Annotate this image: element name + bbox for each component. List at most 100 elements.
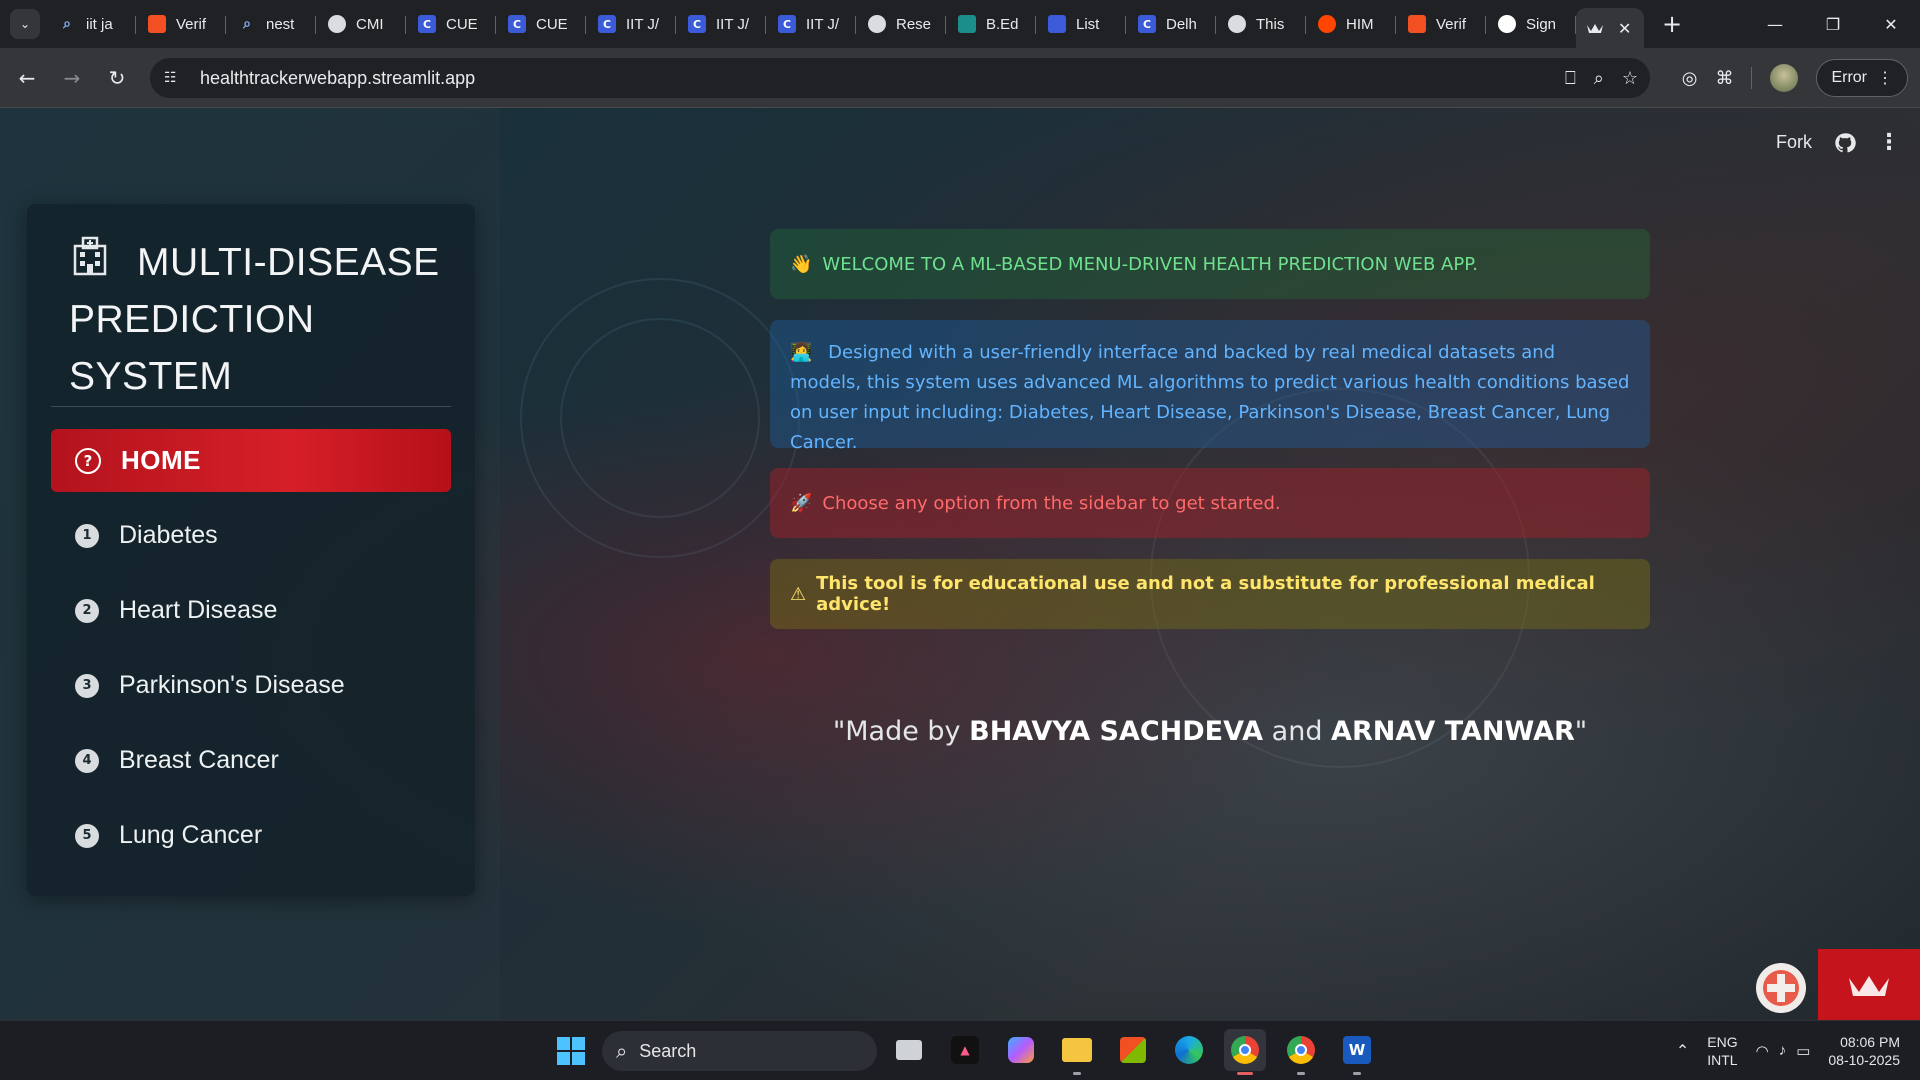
taskbar-search[interactable]: ⌕ Search bbox=[602, 1031, 877, 1071]
fork-button[interactable]: Fork bbox=[1776, 132, 1812, 153]
extensions-puzzle-icon[interactable]: ⌘ bbox=[1715, 68, 1733, 89]
browser-tab[interactable]: HIM bbox=[1306, 0, 1396, 48]
bookmark-star-icon[interactable]: ☆ bbox=[1622, 68, 1638, 89]
vedantu-icon bbox=[958, 15, 976, 33]
incognito-glasses-icon[interactable]: ◎ bbox=[1682, 68, 1698, 89]
new-tab-icon[interactable]: + bbox=[1662, 10, 1682, 38]
chrome-icon[interactable] bbox=[1224, 1029, 1266, 1075]
url-text[interactable]: healthtrackerwebapp.streamlit.app bbox=[200, 68, 475, 89]
chevron-up-icon[interactable]: ⌃ bbox=[1676, 1041, 1689, 1061]
browser-tab[interactable]: C CUE bbox=[406, 0, 496, 48]
info-alert: 👩‍💻 Designed with a user-friendly interf… bbox=[770, 320, 1650, 453]
adobe-acrobat-icon[interactable]: ▲ bbox=[944, 1029, 986, 1071]
error-button[interactable]: Error ⋮ bbox=[1816, 59, 1908, 97]
battery-icon: ▭ bbox=[1796, 1043, 1811, 1060]
sidebar-item-home[interactable]: ? HOME bbox=[51, 429, 451, 492]
browser-tab[interactable]: ⌕ iit ja bbox=[46, 0, 136, 48]
keyboard-layout: INTL bbox=[1707, 1052, 1738, 1068]
number-badge-icon: 4 bbox=[75, 748, 99, 773]
info-text: Designed with a user-friendly interface … bbox=[790, 342, 1630, 453]
c-icon: C bbox=[688, 15, 706, 33]
sidebar-item-label: Lung Cancer bbox=[119, 821, 263, 849]
browser-tab[interactable]: C CUE bbox=[496, 0, 586, 48]
taskbar-search-label: Search bbox=[639, 1040, 697, 1061]
system-tray: ⌃ ENG INTL ◠ ♪ ▭ 08:06 PM 08-10-2025 bbox=[1676, 1021, 1900, 1080]
disclaimer-text: This tool is for educational use and not… bbox=[816, 573, 1595, 615]
app-title: MULTI-DISEASE PREDICTION SYSTEM bbox=[69, 241, 440, 398]
address-bar[interactable]: ☷ healthtrackerwebapp.streamlit.app ⎕ ⌕ … bbox=[150, 58, 1650, 98]
browser-tab[interactable]: Sign bbox=[1486, 0, 1576, 48]
browser-tab[interactable]: C IIT J/ bbox=[676, 0, 766, 48]
fork-label: Fork bbox=[1776, 132, 1812, 152]
zoom-icon[interactable]: ⌕ bbox=[1594, 68, 1604, 89]
browser-tab[interactable]: C Delh bbox=[1126, 0, 1216, 48]
back-icon[interactable]: ← bbox=[9, 60, 45, 96]
author-1: BHAVYA SACHDEVA bbox=[969, 716, 1264, 747]
c-icon: C bbox=[778, 15, 796, 33]
sidebar-item-label: Breast Cancer bbox=[119, 746, 279, 774]
file-explorer-icon[interactable] bbox=[1056, 1029, 1098, 1075]
browser-tab[interactable]: Verif bbox=[136, 0, 226, 48]
window-controls: — ❐ ✕ bbox=[1746, 0, 1920, 48]
credits-and: and bbox=[1263, 716, 1332, 747]
close-tab-icon[interactable]: ✕ bbox=[1618, 19, 1631, 38]
browser-tab[interactable]: ⌕ nest bbox=[226, 0, 316, 48]
close-window-icon[interactable]: ✕ bbox=[1862, 0, 1920, 48]
minimize-icon[interactable]: — bbox=[1746, 0, 1804, 48]
browser-tab[interactable]: B.Ed bbox=[946, 0, 1036, 48]
sidebar-item-label: Heart Disease bbox=[119, 596, 278, 624]
sidebar: MULTI-DISEASE PREDICTION SYSTEM ? HOME 1 Di… bbox=[0, 108, 500, 1020]
browser-tab-title: Sign bbox=[1526, 15, 1557, 33]
rocket-icon: 🚀 bbox=[790, 492, 813, 514]
get-started-alert: 🚀 Choose any option from the sidebar to … bbox=[770, 468, 1650, 538]
install-app-icon[interactable]: ⎕ bbox=[1565, 68, 1576, 89]
developer-icon: 👩‍💻 bbox=[790, 342, 813, 363]
windows-start-icon[interactable] bbox=[556, 1036, 586, 1066]
reload-icon[interactable]: ↻ bbox=[99, 60, 135, 96]
sidebar-menu: ? HOME 1 Diabetes 2 Heart Disease 3 Parkinson's… bbox=[51, 429, 451, 879]
openai-icon bbox=[868, 15, 886, 33]
copilot-icon[interactable] bbox=[1000, 1029, 1042, 1071]
restore-icon[interactable]: ❐ bbox=[1804, 0, 1862, 48]
browser-tab-title: IIT J/ bbox=[626, 15, 660, 33]
creator-avatar[interactable] bbox=[1756, 963, 1806, 1013]
browser-tab-title: IIT J/ bbox=[716, 15, 750, 33]
browser-tab-title: This bbox=[1256, 15, 1285, 33]
github-icon[interactable] bbox=[1834, 132, 1856, 154]
sidebar-item-label: Diabetes bbox=[119, 521, 218, 549]
sidebar-item-breast-cancer[interactable]: 4 Breast Cancer bbox=[51, 729, 451, 792]
clock[interactable]: 08:06 PM 08-10-2025 bbox=[1828, 1033, 1900, 1069]
browser-tab[interactable]: CMI bbox=[316, 0, 406, 48]
sidebar-item-lung-cancer[interactable]: 5 Lung Cancer bbox=[51, 804, 451, 867]
hosted-with-streamlit-badge[interactable] bbox=[1818, 949, 1920, 1020]
browser-tab[interactable]: Verif bbox=[1396, 0, 1486, 48]
input-language[interactable]: ENG INTL bbox=[1707, 1033, 1737, 1069]
forward-icon[interactable]: → bbox=[54, 60, 90, 96]
more-menu-icon: ⋮ bbox=[1877, 70, 1893, 87]
c-icon: C bbox=[598, 15, 616, 33]
chrome-profile-icon[interactable] bbox=[1280, 1029, 1322, 1075]
browser-tab[interactable]: List bbox=[1036, 0, 1126, 48]
sidebar-item-parkinson-s-disease[interactable]: 3 Parkinson's Disease bbox=[51, 654, 451, 717]
tab-active[interactable]: ✕ bbox=[1576, 8, 1644, 48]
task-view-icon[interactable] bbox=[888, 1029, 930, 1071]
browser-tab[interactable]: C IIT J/ bbox=[766, 0, 856, 48]
edge-icon[interactable] bbox=[1168, 1029, 1210, 1071]
title-divider bbox=[51, 406, 451, 407]
browser-tab[interactable]: C IIT J/ bbox=[586, 0, 676, 48]
profile-avatar[interactable] bbox=[1770, 64, 1799, 92]
sidebar-item-diabetes[interactable]: 1 Diabetes bbox=[51, 504, 451, 567]
disclaimer-alert: ⚠ This tool is for educational use and n… bbox=[770, 559, 1650, 629]
sidebar-item-heart-disease[interactable]: 2 Heart Disease bbox=[51, 579, 451, 642]
site-info-icon[interactable]: ☷ bbox=[164, 70, 186, 86]
welcome-text: WELCOME TO A ML-BASED MENU-DRIVEN HEALTH… bbox=[822, 253, 1478, 275]
tab-search-icon[interactable]: ⌄ bbox=[10, 9, 40, 39]
streamlit-menu-icon[interactable]: ⋮ bbox=[1878, 130, 1900, 155]
sidebar-item-label: Parkinson's Disease bbox=[119, 671, 345, 699]
sidebar-item-label: HOME bbox=[121, 445, 201, 475]
browser-tab[interactable]: This bbox=[1216, 0, 1306, 48]
microsoft-store-icon[interactable] bbox=[1112, 1029, 1154, 1071]
word-icon[interactable]: W bbox=[1336, 1029, 1378, 1075]
browser-tab[interactable]: Rese bbox=[856, 0, 946, 48]
tray-status-icons[interactable]: ◠ ♪ ▭ bbox=[1756, 1042, 1811, 1060]
